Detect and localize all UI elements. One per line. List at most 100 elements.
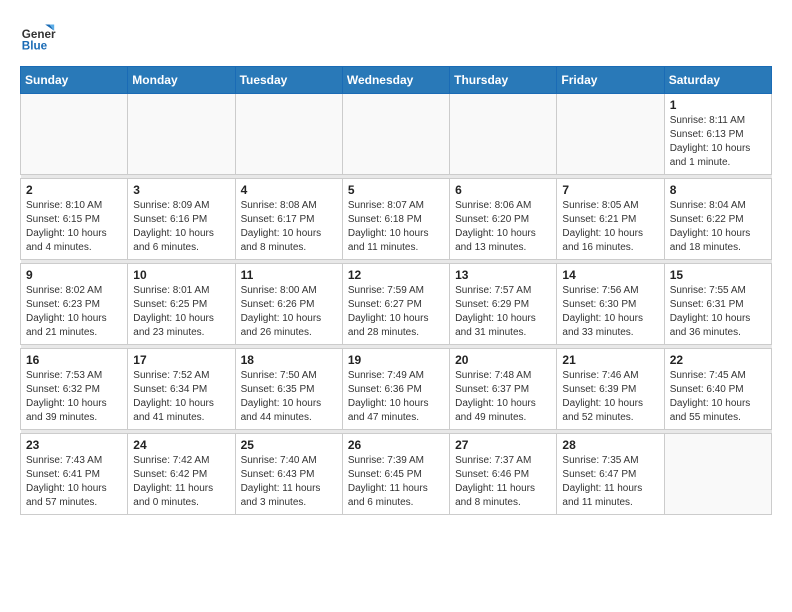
day-number: 2 [26, 183, 122, 197]
day-number: 3 [133, 183, 229, 197]
day-number: 4 [241, 183, 337, 197]
calendar-cell: 25 Sunrise: 7:40 AM Sunset: 6:43 PM Dayli… [235, 434, 342, 515]
calendar-cell: 6 Sunrise: 8:06 AM Sunset: 6:20 PM Daylig… [450, 179, 557, 260]
calendar-cell: 13 Sunrise: 7:57 AM Sunset: 6:29 PM Dayli… [450, 264, 557, 345]
day-info: Sunrise: 7:39 AM Sunset: 6:45 PM Dayligh… [348, 454, 444, 510]
day-info: Sunrise: 7:52 AM Sunset: 6:34 PM Dayligh… [133, 369, 229, 425]
calendar-cell [128, 94, 235, 175]
day-info: Sunrise: 7:50 AM Sunset: 6:35 PM Dayligh… [241, 369, 337, 425]
calendar-cell: 3 Sunrise: 8:09 AM Sunset: 6:16 PM Daylig… [128, 179, 235, 260]
day-info: Sunrise: 8:06 AM Sunset: 6:20 PM Dayligh… [455, 199, 551, 255]
calendar-cell: 20 Sunrise: 7:48 AM Sunset: 6:37 PM Dayli… [450, 349, 557, 430]
calendar-week-4: 16 Sunrise: 7:53 AM Sunset: 6:32 PM Dayli… [21, 349, 772, 430]
calendar-cell: 19Sunrise: 7:49 AM Sunset: 6:36 PM Dayli… [342, 349, 449, 430]
calendar-cell: 4 Sunrise: 8:08 AM Sunset: 6:17 PM Daylig… [235, 179, 342, 260]
day-number: 5 [348, 183, 444, 197]
calendar-week-3: 9Sunrise: 8:02 AM Sunset: 6:23 PM Daylig… [21, 264, 772, 345]
day-info: Sunrise: 7:59 AM Sunset: 6:27 PM Dayligh… [348, 284, 444, 340]
calendar-cell: 14 Sunrise: 7:56 AM Sunset: 6:30 PM Dayli… [557, 264, 664, 345]
day-number: 24 [133, 438, 229, 452]
day-number: 26 [348, 438, 444, 452]
day-info: Sunrise: 8:08 AM Sunset: 6:17 PM Dayligh… [241, 199, 337, 255]
calendar-cell: 9Sunrise: 8:02 AM Sunset: 6:23 PM Daylig… [21, 264, 128, 345]
weekday-header-sunday: Sunday [21, 67, 128, 94]
calendar-cell: 11 Sunrise: 8:00 AM Sunset: 6:26 PM Dayli… [235, 264, 342, 345]
calendar-cell: 16 Sunrise: 7:53 AM Sunset: 6:32 PM Dayli… [21, 349, 128, 430]
calendar-cell: 10 Sunrise: 8:01 AM Sunset: 6:25 PM Dayli… [128, 264, 235, 345]
day-number: 12 [348, 268, 444, 282]
calendar-cell [235, 94, 342, 175]
logo-icon: General Blue [20, 20, 56, 56]
calendar-cell: 27Sunrise: 7:37 AM Sunset: 6:46 PM Dayli… [450, 434, 557, 515]
day-info: Sunrise: 7:43 AM Sunset: 6:41 PM Dayligh… [26, 454, 122, 510]
day-number: 14 [562, 268, 658, 282]
weekday-header-monday: Monday [128, 67, 235, 94]
calendar-cell [342, 94, 449, 175]
day-info: Sunrise: 8:01 AM Sunset: 6:25 PM Dayligh… [133, 284, 229, 340]
weekday-header-thursday: Thursday [450, 67, 557, 94]
calendar-cell: 26 Sunrise: 7:39 AM Sunset: 6:45 PM Dayli… [342, 434, 449, 515]
logo: General Blue [20, 20, 56, 56]
day-number: 21 [562, 353, 658, 367]
day-info: Sunrise: 7:42 AM Sunset: 6:42 PM Dayligh… [133, 454, 229, 510]
day-number: 11 [241, 268, 337, 282]
calendar-table: SundayMondayTuesdayWednesdayThursdayFrid… [20, 66, 772, 515]
calendar-cell [557, 94, 664, 175]
calendar-week-2: 2 Sunrise: 8:10 AM Sunset: 6:15 PM Daylig… [21, 179, 772, 260]
day-info: Sunrise: 8:11 AM Sunset: 6:13 PM Dayligh… [670, 114, 766, 170]
day-info: Sunrise: 7:57 AM Sunset: 6:29 PM Dayligh… [455, 284, 551, 340]
day-info: Sunrise: 7:53 AM Sunset: 6:32 PM Dayligh… [26, 369, 122, 425]
calendar-week-5: 23 Sunrise: 7:43 AM Sunset: 6:41 PM Dayli… [21, 434, 772, 515]
day-number: 18 [241, 353, 337, 367]
day-number: 28 [562, 438, 658, 452]
calendar-cell: 8 Sunrise: 8:04 AM Sunset: 6:22 PM Daylig… [664, 179, 771, 260]
svg-text:Blue: Blue [22, 40, 48, 53]
calendar-cell: 2 Sunrise: 8:10 AM Sunset: 6:15 PM Daylig… [21, 179, 128, 260]
day-number: 8 [670, 183, 766, 197]
day-number: 25 [241, 438, 337, 452]
calendar-cell: 21 Sunrise: 7:46 AM Sunset: 6:39 PM Dayli… [557, 349, 664, 430]
day-info: Sunrise: 8:07 AM Sunset: 6:18 PM Dayligh… [348, 199, 444, 255]
day-info: Sunrise: 7:35 AM Sunset: 6:47 PM Dayligh… [562, 454, 658, 510]
day-info: Sunrise: 8:04 AM Sunset: 6:22 PM Dayligh… [670, 199, 766, 255]
calendar-cell: 22 Sunrise: 7:45 AM Sunset: 6:40 PM Dayli… [664, 349, 771, 430]
day-info: Sunrise: 8:09 AM Sunset: 6:16 PM Dayligh… [133, 199, 229, 255]
weekday-header-friday: Friday [557, 67, 664, 94]
day-info: Sunrise: 7:40 AM Sunset: 6:43 PM Dayligh… [241, 454, 337, 510]
calendar-cell: 28 Sunrise: 7:35 AM Sunset: 6:47 PM Dayli… [557, 434, 664, 515]
day-info: Sunrise: 7:56 AM Sunset: 6:30 PM Dayligh… [562, 284, 658, 340]
day-number: 6 [455, 183, 551, 197]
calendar-cell [664, 434, 771, 515]
day-info: Sunrise: 7:45 AM Sunset: 6:40 PM Dayligh… [670, 369, 766, 425]
day-number: 22 [670, 353, 766, 367]
day-number: 16 [26, 353, 122, 367]
day-number: 20 [455, 353, 551, 367]
day-number: 1 [670, 98, 766, 112]
day-info: Sunrise: 8:00 AM Sunset: 6:26 PM Dayligh… [241, 284, 337, 340]
calendar-cell: 5 Sunrise: 8:07 AM Sunset: 6:18 PM Daylig… [342, 179, 449, 260]
day-info: Sunrise: 8:10 AM Sunset: 6:15 PM Dayligh… [26, 199, 122, 255]
calendar-cell: 24 Sunrise: 7:42 AM Sunset: 6:42 PM Dayli… [128, 434, 235, 515]
day-info: Sunrise: 7:46 AM Sunset: 6:39 PM Dayligh… [562, 369, 658, 425]
day-info: Sunrise: 8:02 AM Sunset: 6:23 PM Dayligh… [26, 284, 122, 340]
day-number: 17 [133, 353, 229, 367]
calendar-cell: 12 Sunrise: 7:59 AM Sunset: 6:27 PM Dayli… [342, 264, 449, 345]
weekday-header-row: SundayMondayTuesdayWednesdayThursdayFrid… [21, 67, 772, 94]
weekday-header-wednesday: Wednesday [342, 67, 449, 94]
day-info: Sunrise: 7:55 AM Sunset: 6:31 PM Dayligh… [670, 284, 766, 340]
calendar-cell [450, 94, 557, 175]
weekday-header-saturday: Saturday [664, 67, 771, 94]
calendar-cell [21, 94, 128, 175]
calendar-cell: 1 Sunrise: 8:11 AM Sunset: 6:13 PM Daylig… [664, 94, 771, 175]
calendar-cell: 23 Sunrise: 7:43 AM Sunset: 6:41 PM Dayli… [21, 434, 128, 515]
day-number: 10 [133, 268, 229, 282]
calendar-cell: 17 Sunrise: 7:52 AM Sunset: 6:34 PM Dayli… [128, 349, 235, 430]
weekday-header-tuesday: Tuesday [235, 67, 342, 94]
page-header: General Blue [20, 20, 772, 56]
day-info: Sunrise: 7:49 AM Sunset: 6:36 PM Dayligh… [348, 369, 444, 425]
day-info: Sunrise: 7:48 AM Sunset: 6:37 PM Dayligh… [455, 369, 551, 425]
day-number: 13 [455, 268, 551, 282]
day-number: 15 [670, 268, 766, 282]
day-number: 27 [455, 438, 551, 452]
day-number: 23 [26, 438, 122, 452]
